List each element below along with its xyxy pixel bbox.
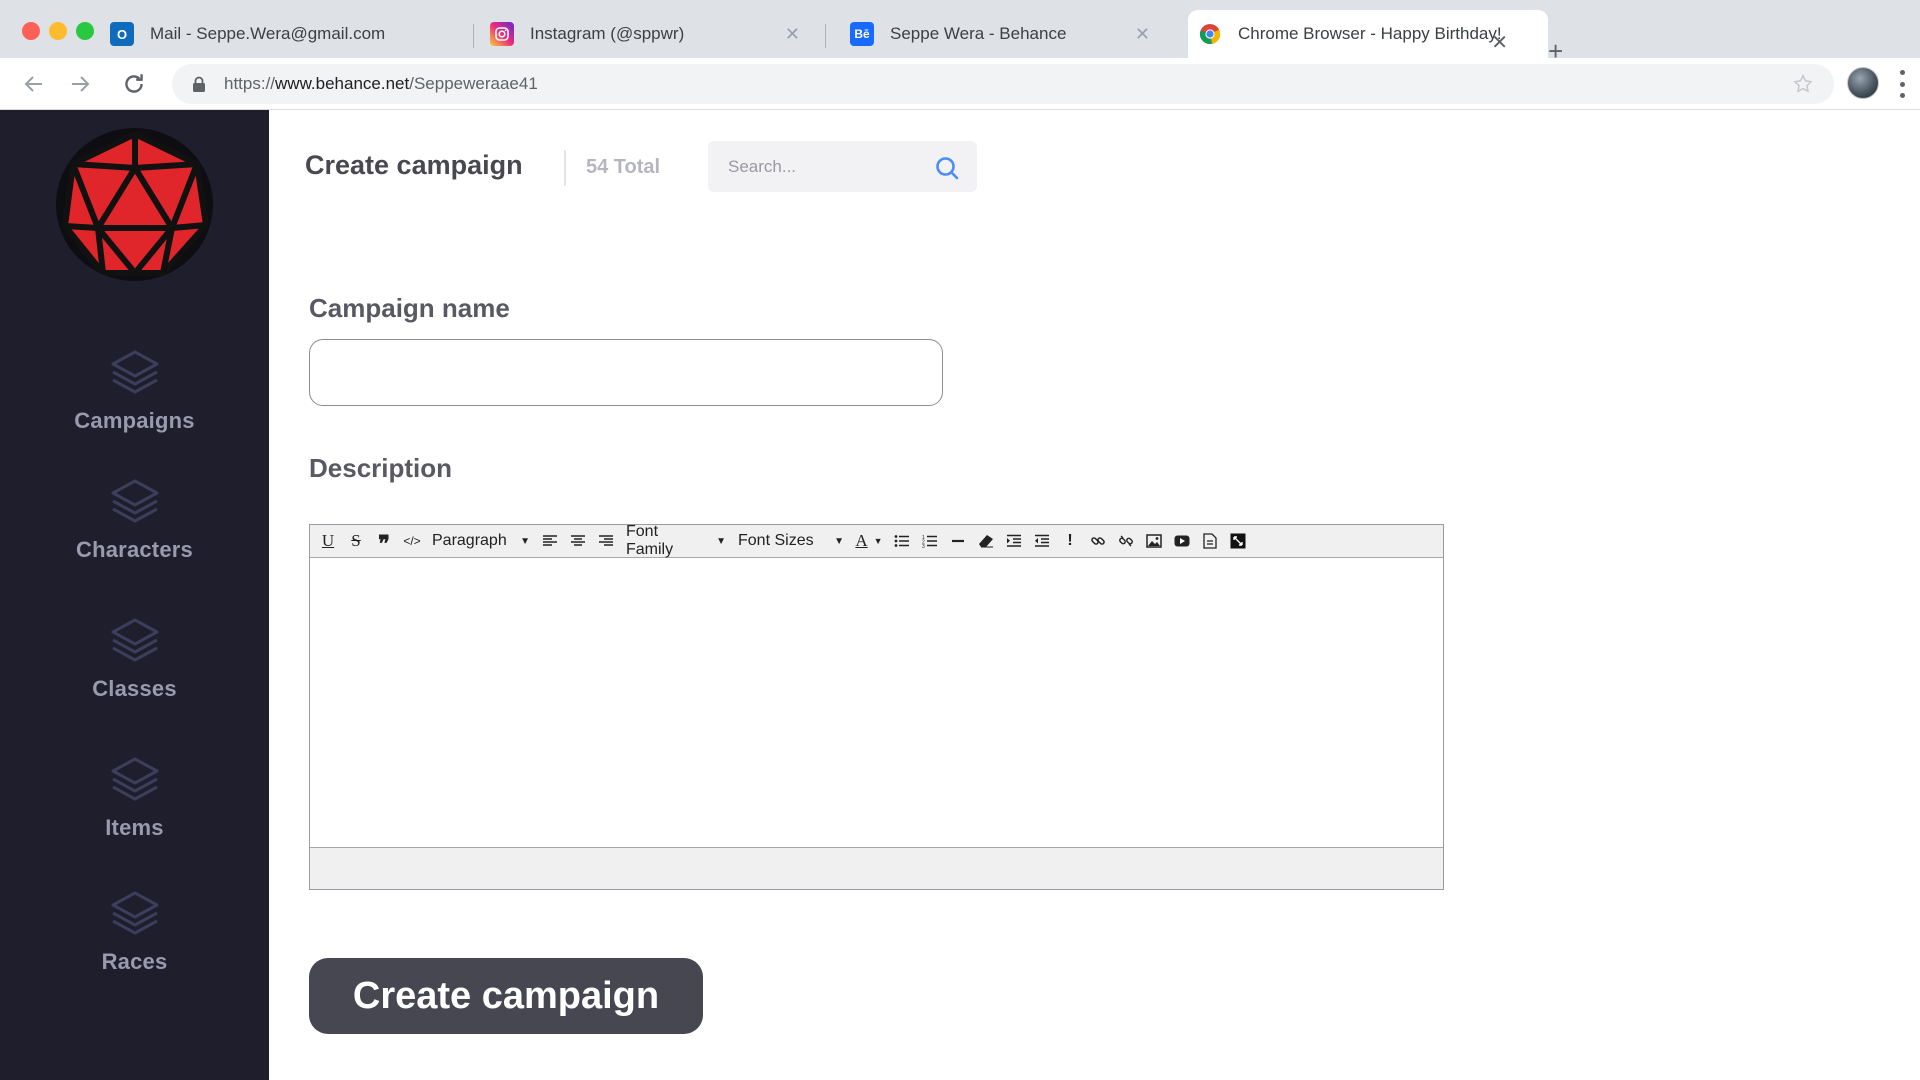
lock-icon [192, 76, 206, 93]
code-icon[interactable]: </> [398, 528, 426, 554]
eraser-icon[interactable] [972, 528, 1000, 554]
video-icon[interactable] [1168, 528, 1196, 554]
search-box [708, 141, 977, 192]
browser-tabbar: O Mail - Seppe.Wera@gmail.com Instagram … [0, 0, 1920, 64]
sidebar-item-campaigns[interactable]: Campaigns [0, 346, 269, 434]
browser-tab-behance[interactable]: Bē Seppe Wera - Behance ✕ [850, 10, 1170, 58]
chevron-down-icon: ▼ [834, 535, 844, 547]
tab-title: Instagram (@sppwr) [530, 24, 685, 43]
font-family-select[interactable]: Font Family ▼ [620, 523, 732, 558]
search-icon[interactable] [935, 156, 959, 185]
browser-tab-instagram[interactable]: Instagram (@sppwr) ✕ [490, 10, 820, 58]
editor-toolbar: U S ❞ </> Paragraph ▼ Font Family ▼ Font S… [310, 523, 1443, 558]
tab-separator [473, 24, 474, 48]
horizontal-rule-icon[interactable] [944, 528, 972, 554]
sidebar-item-characters[interactable]: Characters [0, 475, 269, 563]
campaign-name-label: Campaign name [309, 293, 510, 323]
browser-tab-mail[interactable]: O Mail - Seppe.Wera@gmail.com [110, 10, 470, 58]
campaign-name-input[interactable] [309, 339, 943, 406]
instagram-icon [490, 22, 514, 46]
strikethrough-icon[interactable]: S [342, 528, 370, 554]
window-maximize-button[interactable] [76, 22, 94, 40]
menu-kebab-icon[interactable] [1898, 70, 1906, 98]
bullet-list-icon[interactable] [888, 528, 916, 554]
sidebar: Campaigns Characters Classes Items Races [0, 110, 269, 1080]
layers-icon [111, 618, 158, 662]
tab-title: Chrome Browser - Happy Birthday! [1238, 24, 1502, 43]
blockquote-icon[interactable]: ❞ [370, 528, 398, 555]
sidebar-item-label: Items [105, 815, 164, 840]
align-center-icon[interactable] [564, 528, 592, 554]
back-icon[interactable] [18, 68, 50, 100]
bookmark-star-icon[interactable] [1792, 73, 1814, 100]
browser-toolbar: https://www.behance.net/Seppeweraae41 [0, 58, 1920, 110]
browser-tab-chrome[interactable]: Chrome Browser - Happy Birthday! ✕ [1188, 10, 1548, 58]
close-icon[interactable]: ✕ [785, 24, 800, 45]
sidebar-item-label: Races [101, 949, 168, 974]
search-input[interactable] [708, 156, 918, 177]
sidebar-item-label: Characters [76, 537, 193, 562]
chevron-down-icon: ▼ [716, 535, 726, 547]
close-icon[interactable]: ✕ [1491, 30, 1508, 55]
chevron-down-icon: ▼ [520, 535, 530, 547]
window-close-button[interactable] [22, 22, 40, 40]
behance-icon: Bē [850, 22, 874, 46]
text-color-icon[interactable]: A ▼ [850, 528, 888, 554]
layers-icon [111, 891, 158, 935]
document-icon[interactable] [1196, 528, 1224, 554]
create-campaign-button[interactable]: Create campaign [309, 958, 703, 1034]
numbered-list-icon[interactable]: 123 [916, 528, 944, 554]
outlook-icon: O [110, 22, 134, 46]
tab-separator [825, 24, 826, 48]
image-icon[interactable] [1140, 528, 1168, 554]
chrome-icon [1198, 22, 1222, 46]
tab-title: Seppe Wera - Behance [890, 24, 1067, 43]
outdent-icon[interactable] [1028, 528, 1056, 554]
link-icon[interactable] [1084, 528, 1112, 554]
exclamation-icon[interactable]: ! [1056, 528, 1084, 554]
window-minimize-button[interactable] [49, 22, 67, 40]
close-icon[interactable]: ✕ [1135, 24, 1150, 45]
underline-icon[interactable]: U [314, 528, 342, 554]
total-count: 54 Total [586, 156, 661, 178]
fullscreen-icon[interactable] [1224, 528, 1252, 554]
title-divider [564, 150, 566, 186]
sidebar-item-classes[interactable]: Classes [0, 614, 269, 702]
sidebar-item-races[interactable]: Races [0, 887, 269, 975]
indent-icon[interactable] [1000, 528, 1028, 554]
description-editor: U S ❞ </> Paragraph ▼ Font Family ▼ Font S… [309, 523, 1444, 890]
forward-icon[interactable] [64, 68, 96, 100]
layers-icon [111, 479, 158, 523]
address-bar[interactable]: https://www.behance.net/Seppeweraae41 [172, 64, 1834, 104]
sidebar-item-label: Campaigns [74, 408, 195, 433]
align-right-icon[interactable] [592, 528, 620, 554]
editor-content-area[interactable] [310, 558, 1443, 847]
main-content: Create campaign 54 Total Campaign name D… [269, 110, 1920, 1080]
page-title: Create campaign [305, 150, 523, 180]
align-left-icon[interactable] [536, 528, 564, 554]
block-format-select[interactable]: Paragraph ▼ [426, 528, 536, 554]
svg-text:3: 3 [922, 544, 925, 548]
tab-title: Mail - Seppe.Wera@gmail.com [150, 24, 386, 43]
d20-logo[interactable] [56, 128, 213, 281]
description-label: Description [309, 453, 453, 483]
sidebar-item-items[interactable]: Items [0, 753, 269, 841]
layers-icon [111, 757, 158, 801]
reload-icon[interactable] [118, 68, 150, 100]
profile-avatar[interactable] [1847, 67, 1879, 99]
editor-statusbar [310, 847, 1443, 889]
font-size-select[interactable]: Font Sizes ▼ [732, 528, 850, 554]
sidebar-item-label: Classes [92, 676, 177, 701]
url-text: https://www.behance.net/Seppeweraae41 [224, 74, 538, 93]
layers-icon [111, 350, 158, 394]
unlink-icon[interactable] [1112, 528, 1140, 554]
